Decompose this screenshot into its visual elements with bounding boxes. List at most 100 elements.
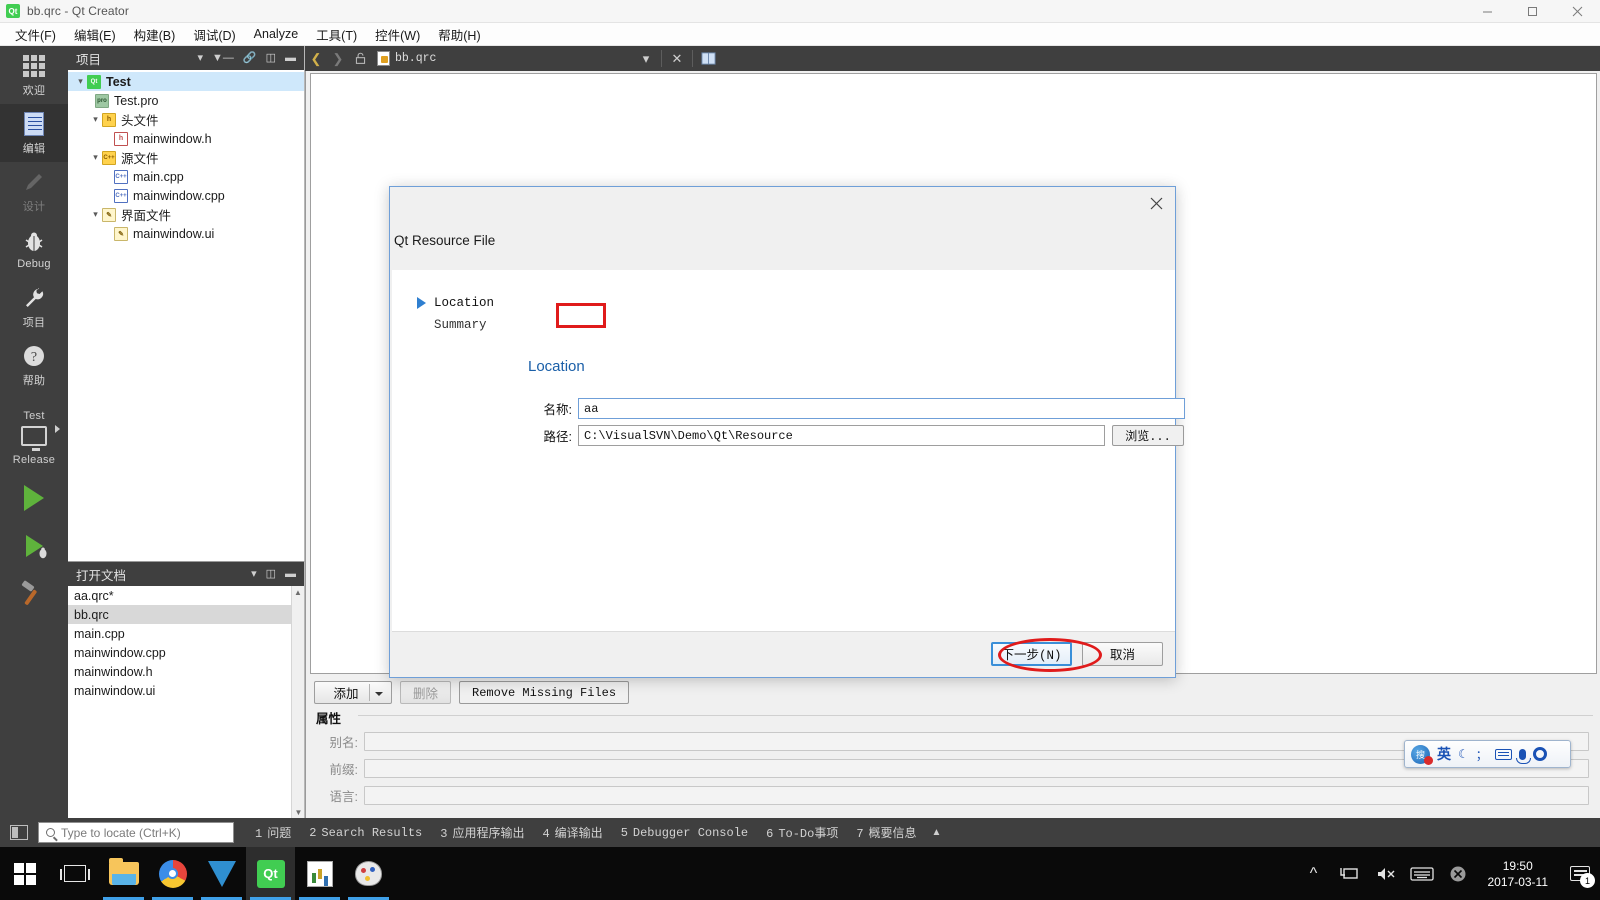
nav-back-icon[interactable]: ❮ <box>305 46 327 71</box>
output-tab-search-results[interactable]: 2 Search Results <box>300 822 431 844</box>
chevron-up-icon[interactable]: ▲ <box>932 827 942 838</box>
maximize-icon[interactable] <box>1510 0 1555 23</box>
close-icon[interactable] <box>1555 0 1600 23</box>
chevron-down-icon[interactable]: ▾ <box>251 568 257 580</box>
menu-build[interactable]: 构建(B) <box>125 22 185 47</box>
split-editor-icon[interactable] <box>697 46 719 71</box>
build-button[interactable] <box>0 570 68 618</box>
unlock-icon[interactable] <box>349 46 371 71</box>
mode-projects[interactable]: 项目 <box>0 278 68 336</box>
chart-app-icon[interactable] <box>295 847 344 900</box>
punctuation-icon[interactable]: ； <box>1476 746 1488 763</box>
nav-forward-icon[interactable]: ❯ <box>327 46 349 71</box>
output-tab-application-output[interactable]: 3 应用程序输出 <box>431 820 533 845</box>
step-summary[interactable]: Summary <box>416 314 526 336</box>
chevron-down-icon[interactable]: ▾ <box>89 209 102 220</box>
minimize-icon[interactable] <box>1465 0 1510 23</box>
chevron-down-icon[interactable]: ▾ <box>197 52 203 64</box>
menu-debug[interactable]: 调试(D) <box>184 22 244 47</box>
qt-creator-icon[interactable]: Qt <box>246 847 295 900</box>
tree-item-mainwindow-cpp[interactable]: C++ mainwindow.cpp <box>68 186 304 205</box>
chevron-down-icon[interactable]: ▾ <box>89 152 102 163</box>
tree-item-forms-folder[interactable]: ▾ ✎ 界面文件 <box>68 205 304 224</box>
network-icon[interactable] <box>1332 847 1368 900</box>
volume-muted-icon[interactable] <box>1368 847 1404 900</box>
name-input[interactable]: aa <box>578 398 1185 419</box>
list-item[interactable]: aa.qrc* <box>68 586 304 605</box>
mode-edit[interactable]: 编辑 <box>0 104 68 162</box>
split-icon[interactable]: ◫ <box>266 52 276 64</box>
tree-item-test[interactable]: ▾ Qt Test <box>68 72 304 91</box>
file-explorer-icon[interactable] <box>99 847 148 900</box>
kit-selector[interactable]: Test Release <box>0 394 68 466</box>
output-tab-issues[interactable]: 1 问题 <box>246 820 300 845</box>
menu-window[interactable]: 控件(W) <box>366 22 429 47</box>
link-icon[interactable]: 🔗 <box>243 52 257 64</box>
close-icon[interactable] <box>1141 191 1171 215</box>
security-alert-icon[interactable] <box>1440 847 1476 900</box>
output-tab-summary[interactable]: 7 概要信息 <box>847 820 925 845</box>
chevron-down-icon[interactable]: ▾ <box>89 114 102 125</box>
chevron-down-icon[interactable]: ▾ <box>74 76 87 87</box>
sidebar-toggle-icon[interactable] <box>10 825 28 840</box>
task-view-icon[interactable] <box>50 847 99 900</box>
keyboard-icon[interactable] <box>1494 748 1512 760</box>
current-file-selector[interactable]: bb.qrc <box>377 46 635 71</box>
menu-tools[interactable]: 工具(T) <box>307 22 366 47</box>
step-location[interactable]: Location <box>416 292 526 314</box>
remove-missing-files-button[interactable]: Remove Missing Files <box>459 681 630 704</box>
list-item[interactable]: mainwindow.cpp <box>68 643 304 662</box>
output-tab-debugger-console[interactable]: 5 Debugger Console <box>612 822 757 844</box>
locator-input[interactable]: Type to locate (Ctrl+K) <box>38 822 234 843</box>
cancel-button[interactable]: 取消 <box>1082 641 1163 666</box>
chevron-down-icon[interactable]: ▾ <box>635 46 657 71</box>
add-button[interactable]: 添加 <box>314 681 392 704</box>
tree-item-mainwindow-ui[interactable]: ✎ mainwindow.ui <box>68 224 304 243</box>
mode-design[interactable]: 设计 <box>0 162 68 220</box>
paint-app-icon[interactable] <box>344 847 393 900</box>
keyboard-icon[interactable] <box>1404 847 1440 900</box>
list-item[interactable]: bb.qrc <box>68 605 304 624</box>
split-icon[interactable]: ◫ <box>266 568 276 580</box>
mode-debug[interactable]: Debug <box>0 220 68 278</box>
debug-button[interactable] <box>0 522 68 570</box>
next-button[interactable]: 下一步(N) <box>991 641 1072 666</box>
menu-analyze[interactable]: Analyze <box>245 24 307 44</box>
gear-icon[interactable] <box>1532 747 1547 761</box>
close-editor-icon[interactable]: ✕ <box>666 46 688 71</box>
tornado-app-icon[interactable] <box>197 847 246 900</box>
list-item[interactable]: main.cpp <box>68 624 304 643</box>
path-input[interactable]: C:\VisualSVN\Demo\Qt\Resource <box>578 425 1105 446</box>
language-field[interactable] <box>364 786 1589 805</box>
moon-icon[interactable]: ☾ <box>1458 747 1469 761</box>
browse-button[interactable]: 浏览... <box>1112 425 1184 446</box>
menu-file[interactable]: 文件(F) <box>6 22 65 47</box>
tree-item-main-cpp[interactable]: C++ main.cpp <box>68 167 304 186</box>
close-panel-icon[interactable]: ▬ <box>285 568 296 580</box>
chevron-up-icon[interactable]: ▲ <box>292 586 304 599</box>
chevron-up-icon[interactable]: ^ <box>1296 847 1332 900</box>
output-tab-compile-output[interactable]: 4 编译输出 <box>533 820 611 845</box>
tree-item-test-pro[interactable]: pro Test.pro <box>68 91 304 110</box>
windows-start-icon[interactable] <box>0 847 50 900</box>
list-item[interactable]: mainwindow.ui <box>68 681 304 700</box>
sogou-logo-icon[interactable]: 搜 <box>1411 744 1433 765</box>
run-button[interactable] <box>0 474 68 522</box>
menu-edit[interactable]: 编辑(E) <box>65 22 125 47</box>
close-panel-icon[interactable]: ▬ <box>285 52 296 64</box>
tree-item-sources-folder[interactable]: ▾ C++ 源文件 <box>68 148 304 167</box>
microphone-icon[interactable] <box>1515 748 1531 764</box>
tree-item-mainwindow-h[interactable]: h mainwindow.h <box>68 129 304 148</box>
output-tab-todo[interactable]: 6 To-Do事项 <box>757 820 847 845</box>
filter-icon[interactable]: ▼— <box>212 52 234 64</box>
tree-item-headers-folder[interactable]: ▾ h 头文件 <box>68 110 304 129</box>
mode-help[interactable]: ? 帮助 <box>0 336 68 394</box>
open-documents-scrollbar[interactable]: ▲ ▼ <box>291 586 304 819</box>
list-item[interactable]: mainwindow.h <box>68 662 304 681</box>
mode-welcome[interactable]: 欢迎 <box>0 46 68 104</box>
taskbar-clock[interactable]: 19:50 2017-03-11 <box>1476 858 1561 890</box>
menu-help[interactable]: 帮助(H) <box>429 22 489 47</box>
ime-mode-label[interactable]: 英 <box>1437 744 1451 764</box>
notification-icon[interactable]: 1 <box>1560 847 1600 900</box>
remove-button[interactable]: 删除 <box>400 681 452 704</box>
